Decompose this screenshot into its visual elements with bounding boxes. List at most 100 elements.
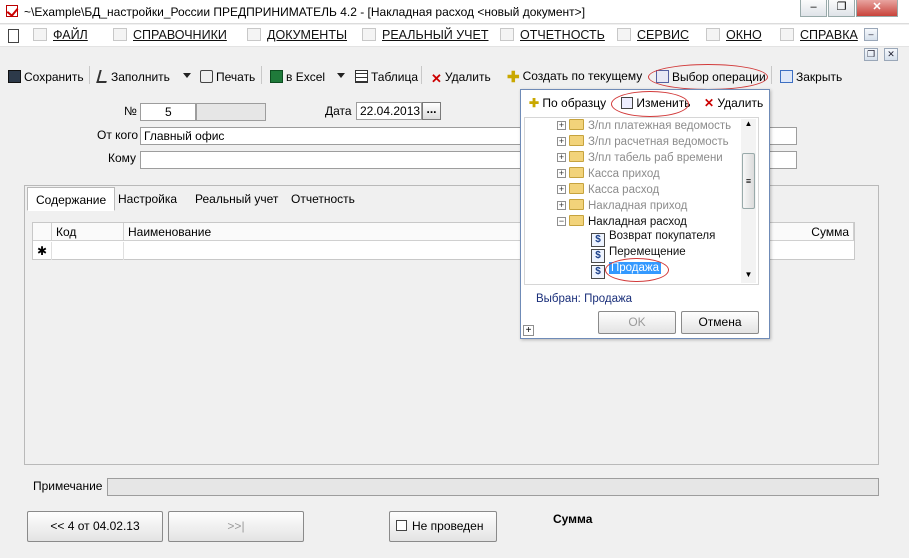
menu-service[interactable]: СЕРВИС [617,28,689,44]
expand-icon[interactable]: + [557,169,566,178]
tree-item-folder-open[interactable]: − Накладная расход [557,215,687,231]
tree-item-operation[interactable]: $ Возврат покупателя [591,230,715,247]
column-header-sum[interactable]: Сумма [764,223,854,241]
number-field[interactable]: 5 [140,103,196,121]
exit-arrow-icon [780,70,793,83]
expand-icon[interactable]: + [557,153,566,162]
toolbar-separator [89,66,90,84]
column-header-code[interactable]: Код [52,223,124,241]
tree-item-folder[interactable]: + Касса приход [557,167,660,183]
checkbox-icon[interactable] [396,520,407,531]
grid-corner [33,223,52,241]
tab-content[interactable]: Содержание [27,187,116,211]
folder-icon [569,119,584,130]
tree-item-folder[interactable]: + Накладная приход [557,199,687,215]
date-picker-button[interactable]: ... [422,102,441,120]
excel-button[interactable]: в Excel [270,70,325,88]
new-row-marker-icon: ✱ [33,242,52,260]
menu-bar: ФАЙЛ СПРАВОЧНИКИ ДОКУМЕНТЫ РЕАЛЬНЫЙ УЧЕТ… [0,25,909,47]
minimize-button[interactable]: – [800,0,827,17]
title-bar: ~\Example\БД_настройки_России ПРЕДПРИНИМ… [0,0,909,24]
window-title: ~\Example\БД_настройки_России ПРЕДПРИНИМ… [24,5,586,19]
ok-button[interactable]: OK [598,311,676,334]
folder-icon [569,199,584,210]
collapse-icon[interactable]: − [557,217,566,226]
save-button[interactable]: Сохранить [8,70,84,88]
help-book-icon [780,28,794,41]
floppy-disk-icon [8,70,21,83]
scroll-thumb[interactable]: ≡ [742,153,755,209]
menu-documents[interactable]: ДОКУМЕНТЫ [247,28,347,44]
operation-selector-popup: ✚ По образцу Изменить ✕ Удалить + З/пл пл… [520,89,770,339]
delete-operation-button[interactable]: ✕ Удалить [704,96,763,112]
calculator-icon [617,28,631,41]
folder-icon [569,151,584,162]
app-icon [6,5,18,17]
tree-item-folder[interactable]: + З/пл платежная ведомость [557,119,731,135]
mdi-close-button[interactable]: ✕ [884,48,898,61]
ledger-icon [362,28,376,41]
expand-icon[interactable]: + [557,137,566,146]
restore-button[interactable]: ❐ [828,0,855,17]
tab-real-accounting[interactable]: Реальный учет [187,187,286,211]
table-button[interactable]: Таблица [355,70,418,88]
expand-icon[interactable]: + [557,185,566,194]
toolbar-separator [771,66,772,84]
menu-file[interactable]: ФАЙЛ [33,28,88,44]
note-field[interactable] [107,478,879,496]
menu-window[interactable]: ОКНО [706,28,762,44]
fill-button[interactable]: Заполнить [96,70,170,88]
by-sample-button[interactable]: ✚ По образцу [529,96,606,112]
menu-reports[interactable]: ОТЧЕТНОСТЬ [500,28,605,44]
excel-icon [270,70,283,83]
tree-item-folder[interactable]: + Касса расход [557,183,659,199]
delete-x-icon: ✕ [704,96,715,110]
mdi-minimize-button[interactable]: – [864,28,878,41]
cancel-button[interactable]: Отмена [681,311,759,334]
fill-dropdown-arrow-icon[interactable] [183,73,191,78]
number-label: № [124,104,137,118]
create-from-current-button[interactable]: ✚ Создать по текущему [507,68,642,86]
print-button[interactable]: Печать [200,70,255,88]
scroll-up-icon[interactable]: ▲ [741,119,756,128]
mdi-restore-button[interactable]: ❐ [864,48,878,61]
sum-label: Сумма [553,512,593,526]
next-document-button[interactable]: >>| [168,511,304,542]
previous-document-button[interactable]: << 4 от 04.02.13 [27,511,163,542]
delete-button[interactable]: ✕ Удалить [431,70,491,88]
close-window-button[interactable]: ✕ [856,0,898,17]
expand-panel-icon[interactable]: + [523,325,534,336]
close-form-button[interactable]: Закрыть [780,70,842,88]
document-icon [8,29,19,43]
plus-icon: ✚ [507,69,520,86]
posted-status-toggle[interactable]: Не проведен [389,511,497,542]
excel-dropdown-arrow-icon[interactable] [337,73,345,78]
tree-item-folder[interactable]: + З/пл табель раб времени [557,151,723,167]
page-icon [247,28,261,41]
plus-icon: ✚ [529,96,540,110]
expand-icon[interactable]: + [557,201,566,210]
tab-settings[interactable]: Настройка [110,187,185,211]
annotation-ellipse [605,258,669,282]
tab-reports[interactable]: Отчетность [283,187,363,211]
tree-item-folder[interactable]: + З/пл расчетная ведомость [557,135,729,151]
expand-icon[interactable]: + [557,121,566,130]
from-label: От кого [97,128,139,142]
folder-icon [569,183,584,194]
grid-cell-code[interactable] [52,242,124,260]
operation-document-icon: $ [591,265,605,279]
scroll-down-icon[interactable]: ▼ [741,270,756,279]
operation-document-icon: $ [591,249,605,263]
menu-real-accounting[interactable]: РЕАЛЬНЫЙ УЧЕТ [362,28,489,44]
fill-wand-icon [96,70,110,83]
to-label: Кому [108,151,137,165]
annotation-ellipse [611,91,689,117]
menu-references[interactable]: СПРАВОЧНИКИ [113,28,227,44]
date-field[interactable]: 22.04.2013 [356,102,422,120]
menu-help[interactable]: СПРАВКА [780,28,858,44]
note-label: Примечание [33,479,103,493]
folder-icon [569,135,584,146]
annotation-ellipse [648,64,768,90]
date-label: Дата [325,104,352,118]
report-icon [500,28,514,41]
